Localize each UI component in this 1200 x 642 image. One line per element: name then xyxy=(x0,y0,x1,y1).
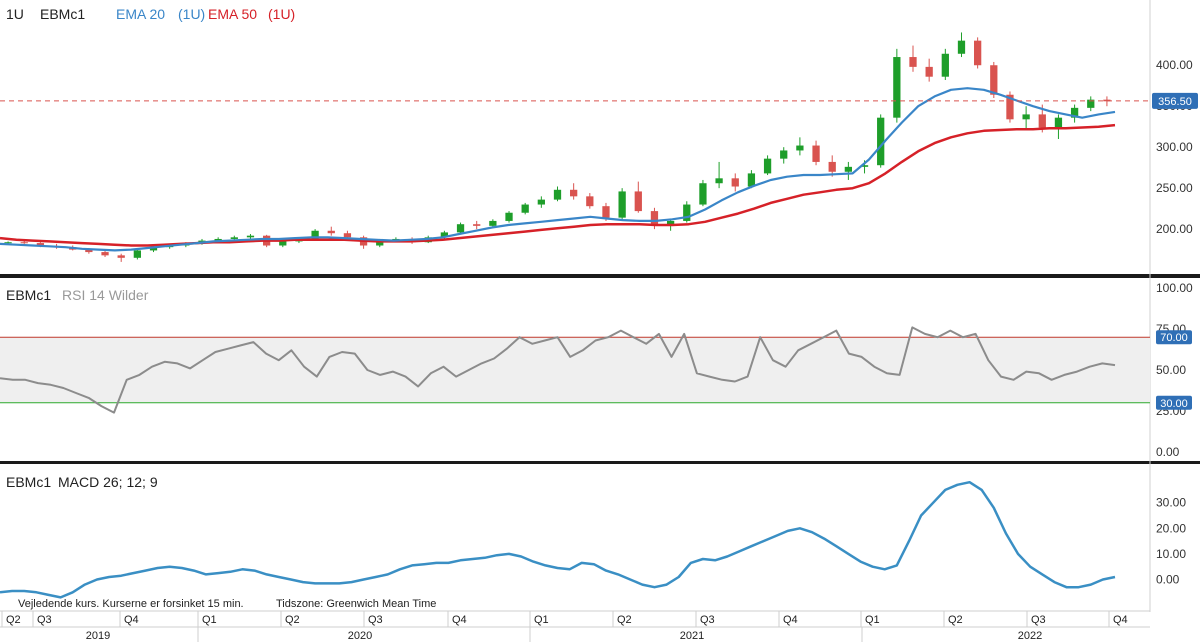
ema20-legend[interactable]: EMA 20 xyxy=(116,6,165,22)
rsi-indicator-label[interactable]: RSI 14 Wilder xyxy=(62,287,149,303)
candle-body xyxy=(505,212,513,221)
candle-body xyxy=(634,191,642,212)
quarter-label: Q1 xyxy=(534,614,549,626)
macd-indicator-label[interactable]: MACD 26; 12; 9 xyxy=(58,474,158,490)
quarter-label: Q4 xyxy=(783,614,798,626)
price-tick-label: 200.00 xyxy=(1156,222,1193,236)
year-label: 2021 xyxy=(680,630,704,642)
candle-body xyxy=(456,224,465,233)
delay-disclaimer: Vejledende kurs. Kurserne er forsinket 1… xyxy=(18,598,244,610)
candle-body xyxy=(343,233,352,238)
price-tick-label: 250.00 xyxy=(1156,181,1193,195)
candle-body xyxy=(828,161,836,172)
candle-body xyxy=(133,250,141,258)
quarter-label: Q2 xyxy=(6,614,21,626)
year-label: 2022 xyxy=(1018,630,1042,642)
ema50-legend[interactable]: EMA 50 xyxy=(208,6,257,22)
macd-tick-label: 20.00 xyxy=(1156,521,1186,535)
candle-body xyxy=(537,199,545,205)
chart-background xyxy=(0,0,1200,642)
ema50-interval: (1U) xyxy=(268,6,295,22)
rsi-30-label: 30.00 xyxy=(1160,398,1188,410)
quarter-label: Q2 xyxy=(617,614,632,626)
timezone-label: Tidszone: Greenwich Mean Time xyxy=(276,598,436,610)
candle-body xyxy=(990,65,998,95)
candle-body xyxy=(246,235,255,238)
price-tick-label: 400.00 xyxy=(1156,58,1193,72)
candle-body xyxy=(699,183,707,205)
quarter-label: Q4 xyxy=(124,614,139,626)
quarter-label: Q4 xyxy=(1113,614,1128,626)
candle-body xyxy=(602,206,610,218)
candle-body xyxy=(763,158,772,174)
candle-body xyxy=(974,40,982,66)
macd-tick-label: 0.00 xyxy=(1156,573,1180,587)
candle-body xyxy=(1054,117,1063,128)
candle-body xyxy=(20,242,28,244)
macd-tick-label: 10.00 xyxy=(1156,547,1186,561)
rsi-70-label: 70.00 xyxy=(1160,332,1188,344)
candle-body xyxy=(650,211,659,225)
quarter-label: Q4 xyxy=(452,614,467,626)
quarter-label: Q3 xyxy=(700,614,715,626)
candle-body xyxy=(101,252,109,256)
year-label: 2019 xyxy=(86,630,110,642)
year-label: 2020 xyxy=(348,630,372,642)
candle-body xyxy=(586,196,594,207)
candle-body xyxy=(941,53,949,77)
quarter-label: Q1 xyxy=(865,614,880,626)
candle-body xyxy=(796,145,804,151)
macd-tick-label: 30.00 xyxy=(1156,496,1186,510)
stock-chart[interactable]: 400.00350.00300.00250.00200.00100.0075.0… xyxy=(0,0,1200,642)
rsi-band-shade xyxy=(0,337,1150,403)
candle-body xyxy=(925,66,933,77)
quarter-label: Q1 xyxy=(202,614,217,626)
candle-body xyxy=(327,230,335,234)
candle-body xyxy=(489,220,497,226)
candle-body xyxy=(844,166,853,172)
ema20-interval: (1U) xyxy=(178,6,205,22)
candle-body xyxy=(230,237,238,239)
rsi-tick-label: 50.00 xyxy=(1156,363,1186,377)
quarter-label: Q3 xyxy=(368,614,383,626)
rsi-tick-label: 100.00 xyxy=(1156,281,1193,295)
candle-body xyxy=(715,178,723,184)
candle-body xyxy=(1038,114,1046,128)
panel-separator-1 xyxy=(0,274,1200,278)
candle-body xyxy=(812,145,820,162)
macd-symbol-label: EBMc1 xyxy=(6,474,51,490)
interval-label[interactable]: 1U xyxy=(6,6,24,22)
price-tick-label: 300.00 xyxy=(1156,140,1193,154)
candle-body xyxy=(747,173,756,187)
candle-body xyxy=(570,189,578,197)
candle-body xyxy=(618,191,626,218)
quarter-label: Q3 xyxy=(1031,614,1046,626)
candle-body xyxy=(553,189,562,200)
candle-body xyxy=(1022,114,1030,120)
candle-body xyxy=(279,241,287,246)
rsi-tick-label: 0.00 xyxy=(1156,445,1180,459)
last-price-label: 356.50 xyxy=(1158,96,1192,108)
candle-body xyxy=(521,204,529,213)
candle-body xyxy=(117,255,125,258)
candle-body xyxy=(473,224,481,226)
panel-separator-2 xyxy=(0,461,1200,464)
candle-body xyxy=(780,150,788,159)
candle-body xyxy=(957,40,966,54)
symbol-label[interactable]: EBMc1 xyxy=(40,6,85,22)
candle-body xyxy=(893,57,901,118)
quarter-label: Q2 xyxy=(285,614,300,626)
quarter-label: Q3 xyxy=(37,614,52,626)
rsi-symbol-label: EBMc1 xyxy=(6,287,51,303)
quarter-label: Q2 xyxy=(948,614,963,626)
candle-body xyxy=(731,178,739,187)
candle-body xyxy=(909,57,917,67)
